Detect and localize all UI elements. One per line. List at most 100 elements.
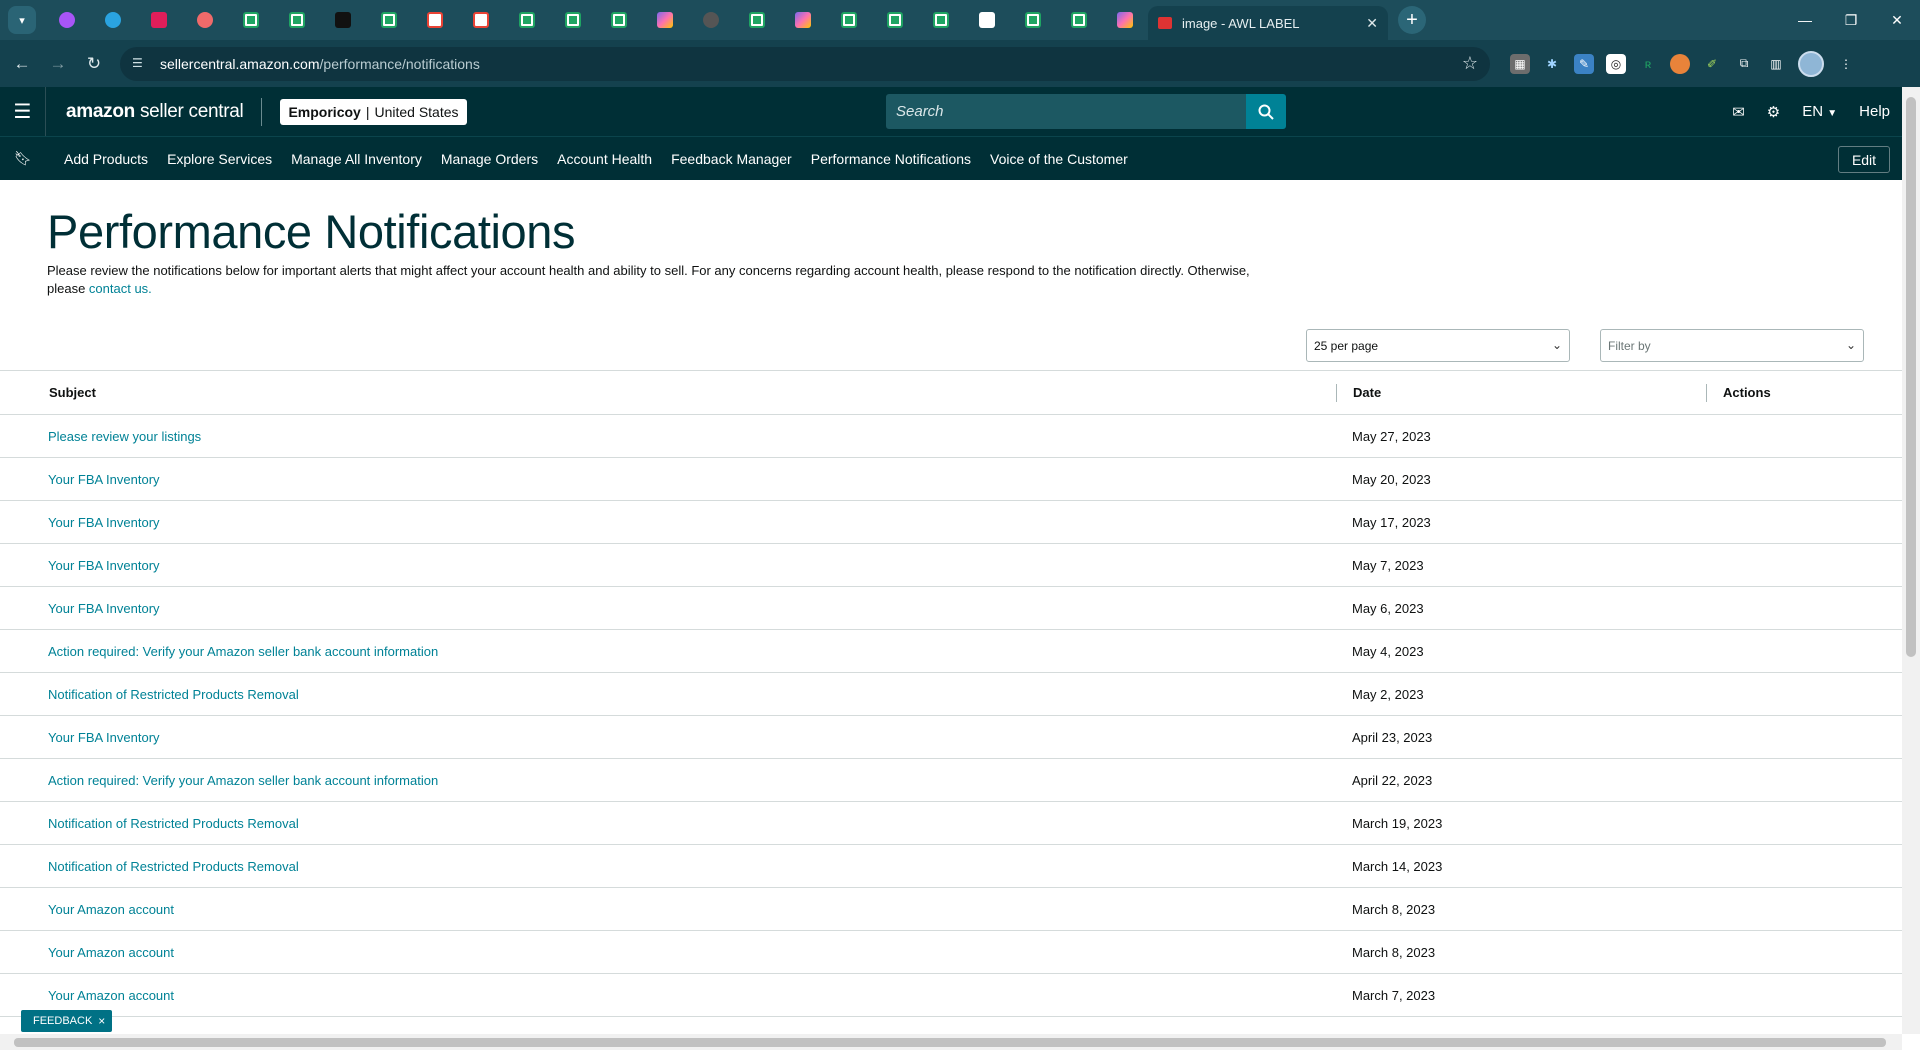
extension-icon[interactable] bbox=[1670, 53, 1690, 74]
search-input[interactable]: Search bbox=[886, 94, 1246, 129]
back-icon[interactable]: ← bbox=[8, 50, 36, 78]
pinned-tab[interactable] bbox=[553, 5, 593, 35]
nav-add-products[interactable]: Add Products bbox=[64, 151, 148, 167]
column-divider[interactable] bbox=[1336, 384, 1337, 402]
bookmark-icon[interactable]: 🔖︎ bbox=[0, 150, 46, 167]
column-subject[interactable]: Subject bbox=[49, 385, 96, 400]
nav-feedback-manager[interactable]: Feedback Manager bbox=[671, 151, 792, 167]
account-switcher[interactable]: Emporicoy | United States bbox=[280, 98, 467, 125]
notification-subject-link[interactable]: Your FBA Inventory bbox=[48, 730, 160, 745]
extension-icon[interactable]: ✐ bbox=[1702, 54, 1722, 74]
pinned-tab[interactable] bbox=[369, 5, 409, 35]
pinned-tab[interactable] bbox=[691, 5, 731, 35]
edit-bookmarks-button[interactable]: Edit bbox=[1838, 146, 1890, 173]
site-info-icon[interactable]: ☰ bbox=[132, 56, 148, 72]
pinned-tab[interactable] bbox=[1105, 5, 1145, 35]
address-bar[interactable]: ☰ sellercentral.amazon.com /performance/… bbox=[120, 46, 1490, 81]
column-divider[interactable] bbox=[1706, 384, 1707, 402]
table-row: Your Amazon account March 7, 2023 bbox=[0, 974, 1902, 1017]
extension-icon[interactable]: ✱ bbox=[1542, 54, 1562, 74]
minimize-icon[interactable]: — bbox=[1782, 0, 1828, 40]
help-link[interactable]: Help bbox=[1859, 103, 1890, 120]
nav-manage-orders[interactable]: Manage Orders bbox=[441, 151, 538, 167]
settings-gear-icon[interactable]: ⚙ bbox=[1767, 103, 1780, 121]
extension-icon[interactable]: ▦ bbox=[1510, 53, 1530, 74]
language-selector[interactable]: EN ▼ bbox=[1802, 103, 1837, 120]
nav-account-health[interactable]: Account Health bbox=[557, 151, 652, 167]
profile-avatar[interactable] bbox=[1798, 50, 1824, 77]
mail-icon[interactable]: ✉ bbox=[1732, 103, 1745, 121]
pinned-tab[interactable] bbox=[967, 5, 1007, 35]
per-page-select[interactable]: 25 per page ⌄ bbox=[1306, 329, 1570, 362]
pinned-tab[interactable] bbox=[1059, 5, 1099, 35]
pinned-tab[interactable] bbox=[507, 5, 547, 35]
extension-icon[interactable]: ◎ bbox=[1606, 53, 1626, 74]
reload-icon[interactable]: ↻ bbox=[80, 50, 108, 78]
active-browser-tab[interactable]: image - AWL LABEL ✕ bbox=[1148, 6, 1388, 40]
notification-subject-link[interactable]: Your Amazon account bbox=[48, 945, 174, 960]
pinned-tab[interactable] bbox=[277, 5, 317, 35]
notification-subject-link[interactable]: Your FBA Inventory bbox=[48, 558, 160, 573]
nav-manage-all-inventory[interactable]: Manage All Inventory bbox=[291, 151, 422, 167]
notification-date: May 4, 2023 bbox=[1352, 644, 1424, 659]
filter-select[interactable]: Filter by ⌄ bbox=[1600, 329, 1864, 362]
horizontal-scrollbar[interactable] bbox=[0, 1034, 1902, 1050]
more-menu-icon[interactable]: ⋮ bbox=[1836, 54, 1856, 74]
close-window-icon[interactable]: ✕ bbox=[1874, 0, 1920, 40]
pinned-tab[interactable] bbox=[139, 5, 179, 35]
pinned-tab[interactable] bbox=[829, 5, 869, 35]
new-tab-button[interactable]: + bbox=[1398, 6, 1426, 34]
vertical-scrollbar[interactable] bbox=[1902, 87, 1920, 1034]
pinned-tab[interactable] bbox=[47, 5, 87, 35]
extension-icon[interactable]: ʀ bbox=[1638, 54, 1658, 74]
pinned-tab[interactable] bbox=[875, 5, 915, 35]
bookmark-star-icon[interactable]: ☆ bbox=[1462, 53, 1478, 74]
scrollbar-thumb[interactable] bbox=[14, 1038, 1886, 1047]
pinned-tab[interactable] bbox=[1013, 5, 1053, 35]
feedback-button[interactable]: FEEDBACK × bbox=[21, 1010, 112, 1032]
table-row: Your FBA Inventory April 23, 2023 bbox=[0, 716, 1902, 759]
pinned-tab[interactable] bbox=[921, 5, 961, 35]
close-tab-icon[interactable]: ✕ bbox=[1366, 15, 1378, 32]
pinned-tab[interactable] bbox=[461, 5, 501, 35]
pinned-tab[interactable] bbox=[185, 5, 225, 35]
pinned-tab[interactable] bbox=[415, 5, 455, 35]
notification-subject-link[interactable]: Notification of Restricted Products Remo… bbox=[48, 859, 299, 874]
notification-subject-link[interactable]: Please review your listings bbox=[48, 429, 201, 444]
notification-subject-link[interactable]: Action required: Verify your Amazon sell… bbox=[48, 644, 438, 659]
notification-subject-link[interactable]: Your FBA Inventory bbox=[48, 515, 160, 530]
pinned-tab[interactable] bbox=[737, 5, 777, 35]
pinned-tab[interactable] bbox=[599, 5, 639, 35]
tab-search-button[interactable]: ▾ bbox=[8, 6, 36, 34]
notification-subject-link[interactable]: Notification of Restricted Products Remo… bbox=[48, 687, 299, 702]
restore-icon[interactable]: ❐ bbox=[1828, 0, 1874, 40]
notification-subject-link[interactable]: Your Amazon account bbox=[48, 902, 174, 917]
pinned-tab[interactable] bbox=[645, 5, 685, 35]
notification-subject-link[interactable]: Your FBA Inventory bbox=[48, 601, 160, 616]
notification-subject-link[interactable]: Your FBA Inventory bbox=[48, 472, 160, 487]
side-panel-icon[interactable]: ▥ bbox=[1766, 54, 1786, 74]
pinned-tab[interactable] bbox=[323, 5, 363, 35]
extension-icon[interactable]: ✎ bbox=[1574, 53, 1594, 74]
menu-icon[interactable]: ☰ bbox=[0, 87, 46, 136]
nav-voice-of-the-customer[interactable]: Voice of the Customer bbox=[990, 151, 1128, 167]
pinned-tab[interactable] bbox=[783, 5, 823, 35]
nav-performance-notifications[interactable]: Performance Notifications bbox=[811, 151, 971, 167]
scrollbar-thumb[interactable] bbox=[1906, 97, 1916, 657]
seller-central-logo[interactable]: amazon seller central bbox=[66, 101, 244, 123]
pinned-tab[interactable] bbox=[231, 5, 271, 35]
nav-explore-services[interactable]: Explore Services bbox=[167, 151, 272, 167]
notification-subject-link[interactable]: Notification of Restricted Products Remo… bbox=[48, 816, 299, 831]
search-button[interactable] bbox=[1246, 94, 1286, 129]
table-body: Please review your listings May 27, 2023 Y… bbox=[0, 415, 1902, 1017]
notification-subject-link[interactable]: Your Amazon account bbox=[48, 988, 174, 1003]
column-date[interactable]: Date bbox=[1353, 385, 1381, 400]
forward-icon[interactable]: → bbox=[44, 50, 72, 78]
notification-subject-link[interactable]: Action required: Verify your Amazon sell… bbox=[48, 773, 438, 788]
telegram-icon bbox=[105, 12, 121, 28]
close-feedback-icon[interactable]: × bbox=[98, 1014, 105, 1028]
circle-icon bbox=[703, 12, 719, 28]
pinned-tab[interactable] bbox=[93, 5, 133, 35]
contact-us-link[interactable]: contact us. bbox=[89, 281, 152, 296]
puzzle-icon[interactable]: ⧉ bbox=[1734, 54, 1754, 74]
